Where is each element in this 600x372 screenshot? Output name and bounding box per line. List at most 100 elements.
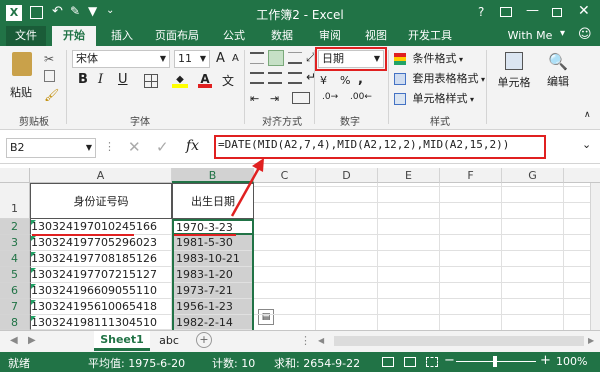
row-header-6[interactable]: 6 [0, 283, 30, 299]
account-chevron-icon[interactable]: ▾ [560, 28, 565, 39]
cell-style-button[interactable]: 单元格样式 ▾ [394, 90, 474, 108]
cell-a2[interactable]: 130324197010245166 [30, 219, 172, 235]
select-all-corner[interactable] [0, 168, 30, 183]
tab-page-layout[interactable]: 页面布局 [146, 26, 208, 46]
format-painter-icon[interactable]: 🖌 [44, 88, 59, 102]
wen-phonetic-icon[interactable]: 文 [222, 72, 234, 89]
normal-view-icon[interactable] [382, 357, 394, 367]
percent-icon[interactable]: % [340, 74, 350, 87]
cell-a1[interactable]: 身份证号码 [30, 183, 172, 219]
tab-view[interactable]: 视图 [356, 26, 396, 46]
close-icon[interactable]: ✕ [578, 3, 590, 19]
zoom-slider-thumb[interactable] [493, 356, 497, 367]
account-name[interactable]: With Me [500, 26, 560, 46]
add-sheet-icon[interactable]: + [196, 332, 212, 348]
hscroll-right-icon[interactable]: ▶ [588, 336, 594, 345]
cell-a5[interactable]: 130324197707215127 [30, 267, 172, 283]
column-header-d[interactable]: D [316, 168, 378, 183]
decimal-decrease-icon[interactable]: .00← [350, 92, 372, 102]
page-break-view-icon[interactable] [426, 357, 438, 367]
help-icon[interactable]: ? [478, 5, 484, 19]
font-shrink-icon[interactable]: A [232, 53, 239, 64]
minimize-icon[interactable]: — [526, 3, 539, 18]
align-right-icon[interactable] [288, 72, 302, 84]
scroll-left-icon[interactable]: ◀ [10, 335, 18, 346]
page-layout-view-icon[interactable] [404, 357, 416, 367]
name-box[interactable]: B2 ▼ [6, 138, 96, 158]
column-header-a[interactable]: A [30, 168, 172, 183]
smiley-icon[interactable]: ☺ [578, 27, 592, 42]
tab-formulas[interactable]: 公式 [214, 26, 254, 46]
font-name-select[interactable]: 宋体 ▼ [72, 50, 170, 68]
cancel-icon[interactable]: ✕ [128, 138, 141, 156]
italic-button[interactable]: I [98, 72, 103, 87]
comma-style-icon[interactable]: , [358, 72, 363, 87]
cells-button[interactable]: 单元格 [492, 50, 536, 106]
zoom-level[interactable]: 100% [556, 355, 587, 368]
bold-button[interactable]: B [78, 72, 88, 87]
indent-decrease-icon[interactable]: ⇤ [250, 92, 259, 105]
cell-a7[interactable]: 130324195610065418 [30, 299, 172, 315]
cell-a8[interactable]: 130324198111304510 [30, 315, 172, 330]
paste-button[interactable]: 粘贴 [6, 50, 38, 106]
maximize-icon[interactable] [552, 8, 562, 17]
column-header-c[interactable]: C [254, 168, 316, 183]
tab-review[interactable]: 审阅 [310, 26, 350, 46]
decimal-increase-icon[interactable]: .0→ [322, 92, 338, 102]
table-format-button[interactable]: 套用表格格式 ▾ [394, 70, 485, 88]
zoom-out-icon[interactable]: − [444, 353, 455, 368]
expand-formula-icon[interactable]: ⌄ [582, 138, 591, 151]
tab-insert[interactable]: 插入 [102, 26, 142, 46]
cell-a4[interactable]: 130324197708185126 [30, 251, 172, 267]
horizontal-scrollbar[interactable] [334, 336, 584, 346]
column-header-g[interactable]: G [502, 168, 564, 183]
column-header-e[interactable]: E [378, 168, 440, 183]
column-header-f[interactable]: F [440, 168, 502, 183]
align-left-icon[interactable] [250, 72, 264, 84]
scroll-right-icon[interactable]: ▶ [28, 335, 36, 346]
font-size-select[interactable]: 11 ▼ [174, 50, 210, 68]
currency-icon[interactable]: ¥ [320, 74, 327, 87]
align-top-icon[interactable] [250, 52, 264, 64]
align-bottom-icon[interactable] [288, 52, 302, 64]
insert-function-icon[interactable]: fx [186, 138, 199, 154]
merge-center-icon[interactable] [292, 92, 310, 104]
copy-icon[interactable] [44, 70, 55, 82]
vertical-scrollbar[interactable] [590, 183, 600, 330]
zoom-slider[interactable] [456, 356, 536, 367]
column-header-b[interactable]: B [172, 168, 254, 183]
collapse-ribbon-icon[interactable]: ∧ [584, 110, 591, 120]
editing-button[interactable]: 🔍 编辑 [540, 50, 576, 106]
font-color-icon[interactable]: A [198, 72, 212, 88]
row-header-3[interactable]: 3 [0, 235, 30, 251]
row-header-1[interactable]: 1 [0, 183, 30, 219]
row-header-8[interactable]: 8 [0, 315, 30, 330]
conditional-format-button[interactable]: 条件格式 ▾ [394, 50, 463, 68]
tab-data[interactable]: 数据 [262, 26, 302, 46]
row-header-2[interactable]: 2 [0, 219, 30, 235]
hscroll-left-icon[interactable]: ◀ [318, 336, 324, 345]
cut-icon[interactable]: ✂ [44, 52, 54, 66]
tab-file[interactable]: 文件 [6, 26, 46, 46]
cell-a6[interactable]: 130324196609055110 [30, 283, 172, 299]
align-center-icon[interactable] [268, 72, 282, 84]
tab-home[interactable]: 开始 [52, 26, 96, 46]
enter-icon[interactable]: ✓ [156, 138, 169, 156]
divider [244, 50, 245, 124]
align-middle-icon[interactable] [268, 50, 284, 66]
sheet-tab-sheet1[interactable]: Sheet1 [94, 331, 150, 351]
tab-developer[interactable]: 开发工具 [402, 26, 458, 46]
cell-a3[interactable]: 130324197705296023 [30, 235, 172, 251]
fill-color-icon[interactable]: ◆ [172, 74, 188, 88]
ribbon-display-icon[interactable] [500, 7, 512, 17]
borders-icon[interactable] [144, 74, 158, 88]
row-header-5[interactable]: 5 [0, 267, 30, 283]
zoom-in-icon[interactable]: + [540, 353, 551, 368]
row-header-4[interactable]: 4 [0, 251, 30, 267]
indent-increase-icon[interactable]: ⇥ [270, 92, 279, 105]
row-header-7[interactable]: 7 [0, 299, 30, 315]
font-grow-icon[interactable]: A [216, 51, 225, 66]
underline-button[interactable]: U [118, 72, 128, 87]
sheet-tab-abc[interactable]: abc [152, 331, 186, 351]
cell-b1[interactable]: 出生日期 [172, 183, 254, 219]
